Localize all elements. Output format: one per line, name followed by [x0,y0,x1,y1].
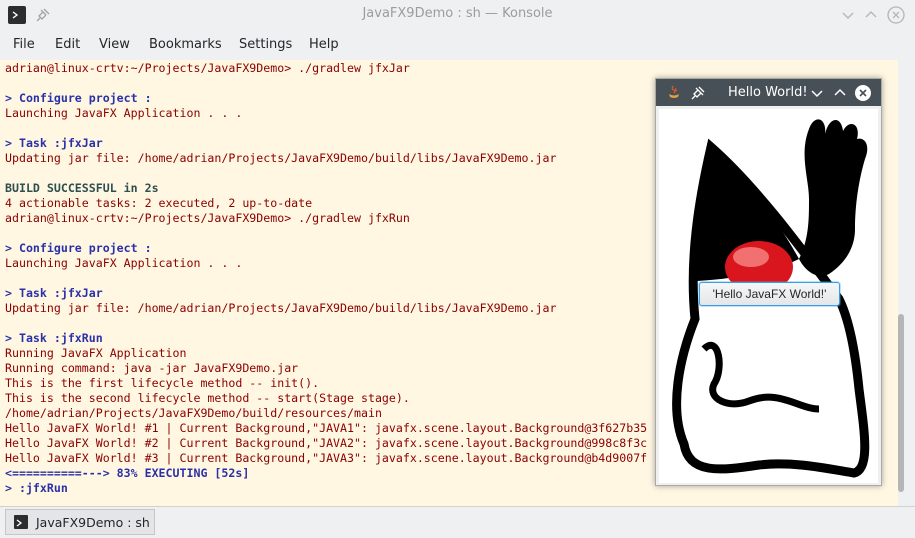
tab-bar: JavaFX9Demo : sh [0,506,915,538]
terminal-line: This is the first lifecycle method -- in… [5,376,320,390]
terminal-line: > Configure project : [5,91,152,105]
scrollbar-thumb[interactable] [898,314,904,492]
minimize-button[interactable] [838,5,858,25]
terminal-line: /home/adrian/Projects/JavaFX9Demo/build/… [5,406,382,420]
terminal-line: <==========---> 83% EXECUTING [52s] [5,466,250,480]
title-bar: JavaFX9Demo : sh — Konsole [0,0,915,30]
chevron-down-icon [842,12,854,19]
terminal-line: Hello JavaFX World! #1 | Current Backgro… [5,421,648,435]
close-button[interactable] [886,5,906,25]
tab-label: JavaFX9Demo : sh [36,515,150,530]
menu-edit[interactable]: Edit [55,37,80,52]
javafx-scene: 'Hello JavaFX World!' [659,109,878,483]
terminal-line: Running command: java -jar JavaFX9Demo.j… [5,361,299,375]
terminal-line: > :jfxRun [5,481,68,495]
tab-session[interactable]: JavaFX9Demo : sh [5,509,155,535]
konsole-icon [14,515,28,529]
window-title: JavaFX9Demo : sh — Konsole [362,6,553,21]
menu-bar: File Edit View Bookmarks Settings Help [0,30,915,60]
terminal-line: Launching JavaFX Application . . . [5,256,243,270]
pin-icon[interactable] [691,85,705,100]
javafx-minimize-button[interactable] [808,84,826,102]
javafx-maximize-button[interactable] [831,84,849,102]
terminal-line: Hello JavaFX World! #3 | Current Backgro… [5,451,648,465]
hello-world-button[interactable]: 'Hello JavaFX World!' [699,282,840,306]
chevron-down-icon [811,90,823,98]
close-icon [887,6,905,24]
java-icon[interactable] [666,84,682,100]
terminal-line: Updating jar file: /home/adrian/Projects… [5,301,557,315]
javafx-title-bar: Hello World! [656,79,881,106]
terminal-line: Updating jar file: /home/adrian/Projects… [5,151,557,165]
javafx-close-button[interactable] [854,84,872,102]
terminal-line: adrian@linux-crtv:~/Projects/JavaFX9Demo… [5,61,410,75]
terminal-line: > Configure project : [5,241,152,255]
chevron-up-icon [834,88,846,96]
menu-view[interactable]: View [99,37,130,52]
close-icon [855,85,871,101]
terminal-line: This is the second lifecycle method -- s… [5,391,410,405]
chevron-up-icon [865,11,877,18]
javafx-window: Hello World! 'Hello JavaFX World!' [655,78,882,486]
terminal-line: > Task :jfxJar [5,136,103,150]
terminal-line: BUILD SUCCESSFUL in 2s [5,181,159,195]
terminal-line: 4 actionable tasks: 2 executed, 2 up-to-… [5,196,313,210]
terminal-line: > Task :jfxJar [5,286,103,300]
terminal-line: Running JavaFX Application [5,346,187,360]
javafx-window-title: Hello World! [728,85,808,100]
maximize-button[interactable] [861,5,881,25]
menu-file[interactable]: File [13,37,35,52]
terminal-lines: adrian@linux-crtv:~/Projects/JavaFX9Demo… [5,61,647,496]
terminal-line: Hello JavaFX World! #2 | Current Backgro… [5,436,648,450]
menu-bookmarks[interactable]: Bookmarks [149,37,222,52]
menu-help[interactable]: Help [309,37,339,52]
terminal-line: > Task :jfxRun [5,331,103,345]
terminal-line: Launching JavaFX Application . . . [5,106,243,120]
terminal-line: adrian@linux-crtv:~/Projects/JavaFX9Demo… [5,211,410,225]
menu-settings[interactable]: Settings [239,37,292,52]
